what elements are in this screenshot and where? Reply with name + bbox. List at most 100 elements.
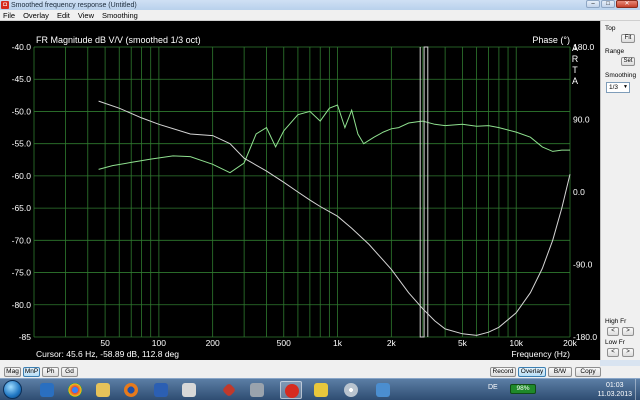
menu-smoothing[interactable]: Smoothing [102,11,138,20]
arta-icon [285,384,299,398]
taskbar-firefox[interactable] [120,381,142,399]
high-fr-left-button[interactable]: < [607,327,619,336]
x-tick-label: 100 [152,338,166,348]
y2-tick-label: 0.0 [573,187,585,197]
x-axis-label: Frequency (Hz) [511,349,570,359]
x-tick-label: 20k [563,338,577,348]
y2-axis-ticks: 180.090.00.0-90.0-180.0 [573,42,597,342]
smoothing-select[interactable]: 1/3 ▼ [606,82,630,93]
y-tick-label: -55.0 [12,139,32,149]
taskbar-app-disc[interactable] [340,381,362,399]
range-label: Range [605,48,625,55]
title-bar: ◘ Smoothed frequency response (Untitled)… [0,0,640,10]
close-button[interactable]: ✕ [616,0,638,8]
low-fr-right-button[interactable]: > [622,348,634,357]
taskbar-app-yellow[interactable] [310,381,332,399]
frequency-response-plot[interactable]: -40.0 -45.0 -50.0 -55.0 -60.0 -65.0 -70.0 -75.0… [0,21,600,360]
watermark-letter-a2: A [572,76,578,86]
diamond-icon [221,382,237,398]
alien-icon [182,383,196,397]
chart-grid [33,46,571,338]
y-tick-label: -45.0 [12,74,32,84]
x-tick-label: 5k [458,338,468,348]
clock[interactable]: 01:03 11.03.2013 [597,381,632,399]
set-button[interactable]: Set [621,57,635,66]
folder-icon [96,383,110,397]
y2-tick-label: -90.0 [573,260,593,270]
x-tick-label: 50 [100,338,110,348]
taskbar-word[interactable] [150,381,172,399]
low-fr-left-button[interactable]: < [607,348,619,357]
x-tick-label: 2k [387,338,397,348]
taskbar-app-blue[interactable] [372,381,394,399]
copy-button[interactable]: Copy [575,367,601,377]
y-tick-label: -60.0 [12,171,32,181]
taskbar-explorer[interactable] [92,381,114,399]
minimize-button[interactable]: – [586,0,600,8]
cursor-readout: Cursor: 45.6 Hz, -58.89 dB, 112.8 deg [36,349,179,359]
x-tick-label: 200 [206,338,220,348]
plot-left-title: FR Magnitude dB V/V (smoothed 1/3 oct) [36,35,201,45]
y-tick-label: -70.0 [12,235,32,245]
language-indicator[interactable]: DE [488,384,498,391]
mag-button[interactable]: Mag [4,367,21,377]
show-desktop-button[interactable] [635,379,640,400]
gd-button[interactable]: Gd [61,367,78,377]
menu-edit[interactable]: Edit [57,11,70,20]
taskbar-app-red[interactable] [218,381,240,399]
y-tick-label: -40.0 [12,42,32,52]
taskbar: DE 98% 01:03 11.03.2013 [0,378,640,400]
chevron-down-icon: ▼ [623,84,628,90]
bw-button[interactable]: B/W [548,367,572,377]
x-tick-label: 10k [509,338,523,348]
record-button[interactable]: Record [490,367,516,377]
y-tick-label: -85 [19,332,32,342]
taskbar-media-player[interactable] [36,381,58,399]
phase-wrap-trace [419,46,429,338]
taskbar-app-alien[interactable] [178,381,200,399]
taskbar-chrome[interactable] [64,381,86,399]
bottom-button-bar: Mag MnP Ph Gd Record Overlay B/W Copy [0,366,640,378]
media-player-icon [40,383,54,397]
mnp-button[interactable]: MnP [23,367,40,377]
system-tray: DE 98% 01:03 11.03.2013 [480,379,640,400]
y-tick-label: -80.0 [12,300,32,310]
watermark-letter-r: R [572,54,579,64]
y-tick-label: -50.0 [12,106,32,116]
menu-overlay[interactable]: Overlay [23,11,49,20]
window-icon [376,383,390,397]
high-fr-right-button[interactable]: > [622,327,634,336]
y-tick-label: -75.0 [12,268,32,278]
app-icon-gray [250,383,264,397]
clock-date: 11.03.2013 [597,391,632,398]
menu-view[interactable]: View [78,11,94,20]
x-tick-label: 1k [333,338,343,348]
chart-svg[interactable]: -40.0 -45.0 -50.0 -55.0 -60.0 -65.0 -70.0 -75.0… [0,21,600,360]
taskbar-app-gray[interactable] [246,381,268,399]
menu-file[interactable]: File [3,11,15,20]
smoothing-label: Smoothing [605,72,637,79]
taskbar-arta[interactable] [280,381,302,399]
window-title: Smoothed frequency response (Untitled) [11,1,137,9]
watermark-letter-a: A [572,43,578,53]
overlay-button[interactable]: Overlay [518,367,546,377]
start-button[interactable] [3,380,22,399]
battery-indicator[interactable]: 98% [510,384,536,394]
low-fr-label: Low Fr [605,339,625,346]
app-icon: ◘ [1,1,9,9]
menu-bar: File Overlay Edit View Smoothing [0,10,640,21]
y-axis-ticks: -40.0 -45.0 -50.0 -55.0 -60.0 -65.0 -70.0 -75.0… [12,42,32,342]
right-control-panel: Top Fit Range Set Smoothing 1/3 ▼ High F… [600,21,640,360]
clock-time: 01:03 [605,382,624,389]
watermark-letter-t: T [572,65,578,75]
window-controls: – □ ✕ [586,0,638,8]
ph-button[interactable]: Ph [42,367,59,377]
maximize-button[interactable]: □ [601,0,615,8]
x-axis-ticks: 50 100 200 500 1k 2k 5k 10k 20k [100,338,577,348]
fit-button[interactable]: Fit [621,34,635,43]
smoothing-value: 1/3 [609,84,619,91]
app-icon-yellow [314,383,328,397]
chrome-icon [68,383,82,397]
disc-icon [344,383,358,397]
high-fr-label: High Fr [605,318,627,325]
